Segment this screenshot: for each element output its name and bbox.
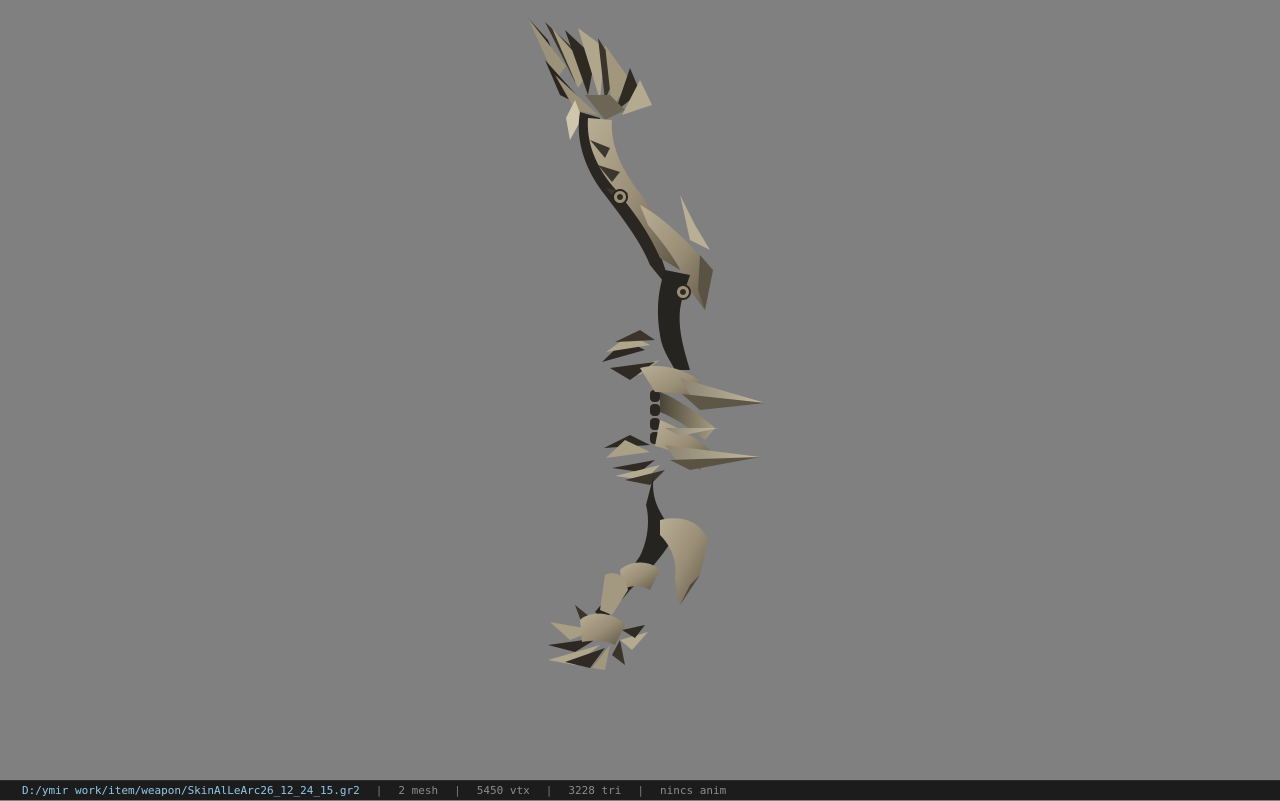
animation-status-label: nincs anim (659, 783, 727, 797)
lower-limb (595, 470, 708, 620)
status-separator: | (637, 783, 644, 797)
status-separator: | (545, 783, 553, 797)
triangle-count-label: 3228 tri (568, 783, 622, 797)
mesh-count-label: 2 mesh (398, 783, 439, 797)
bow-riser (602, 270, 765, 485)
status-separator: | (375, 783, 383, 797)
3d-viewport[interactable] (0, 0, 1280, 780)
bottom-feather-crest (548, 605, 648, 670)
file-path-label: D:/ymir work/item/weapon/SkinAlLeArc26_1… (22, 783, 360, 797)
status-separator: | (454, 783, 461, 797)
vertex-count-label: 5450 vtx (476, 783, 530, 797)
upper-limb (578, 112, 713, 310)
bow-model[interactable] (0, 0, 1280, 780)
status-bar: D:/ymir work/item/weapon/SkinAlLeArc26_1… (0, 780, 1280, 800)
